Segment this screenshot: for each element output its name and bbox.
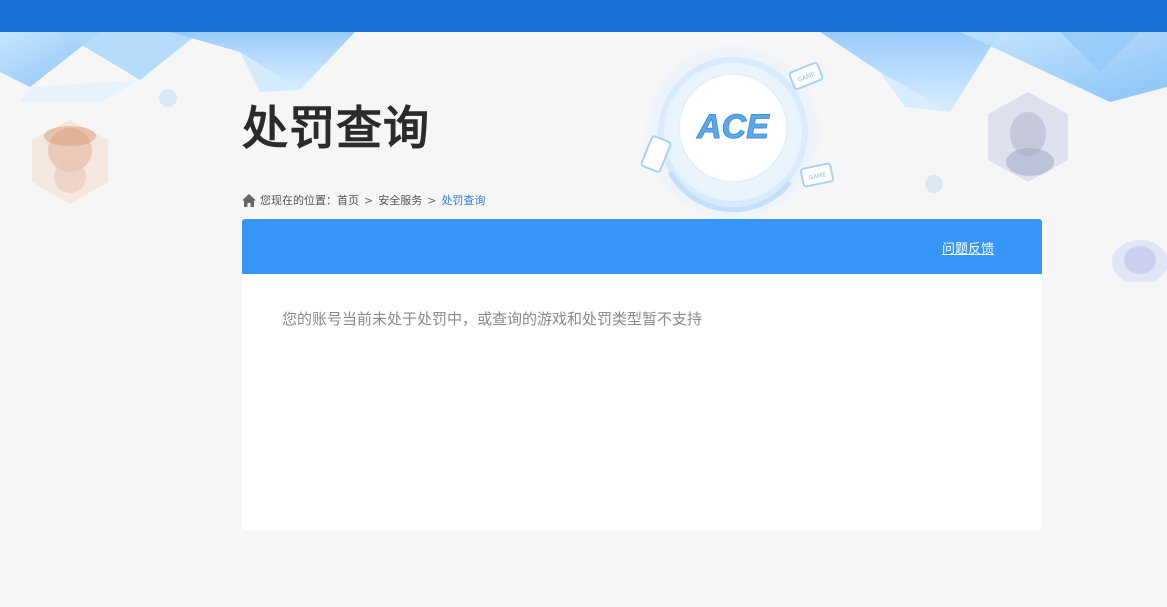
status-message: 您的账号当前未处于处罚中，或查询的游戏和处罚类型暂不支持 [282,310,703,328]
svg-text:ACE: ACE [696,108,770,146]
home-icon [242,193,256,207]
page-title: 处罚查询 [242,101,430,155]
panel-header: 问题反馈 [242,219,1042,274]
character-avatar-edge [1112,240,1167,282]
result-panel: 问题反馈 您的账号当前未处于处罚中，或查询的游戏和处罚类型暂不支持 [242,219,1042,530]
breadcrumb: 您现在的位置： 首页 > 安全服务 > 处罚查询 [242,191,485,209]
breadcrumb-separator: > [427,193,437,207]
ace-emblem: ACE GAME GAME [640,42,834,222]
breadcrumb-security-link[interactable]: 安全服务 [378,192,422,208]
breadcrumb-home-link[interactable]: 首页 [337,192,359,208]
character-avatar-left [32,120,108,204]
character-avatar-right [988,92,1068,182]
feedback-link[interactable]: 问题反馈 [942,238,994,257]
breadcrumb-separator: > [364,193,374,207]
top-bar [0,0,1167,32]
breadcrumb-prefix: 您现在的位置： [260,194,337,207]
breadcrumb-current: 处罚查询 [441,194,486,207]
